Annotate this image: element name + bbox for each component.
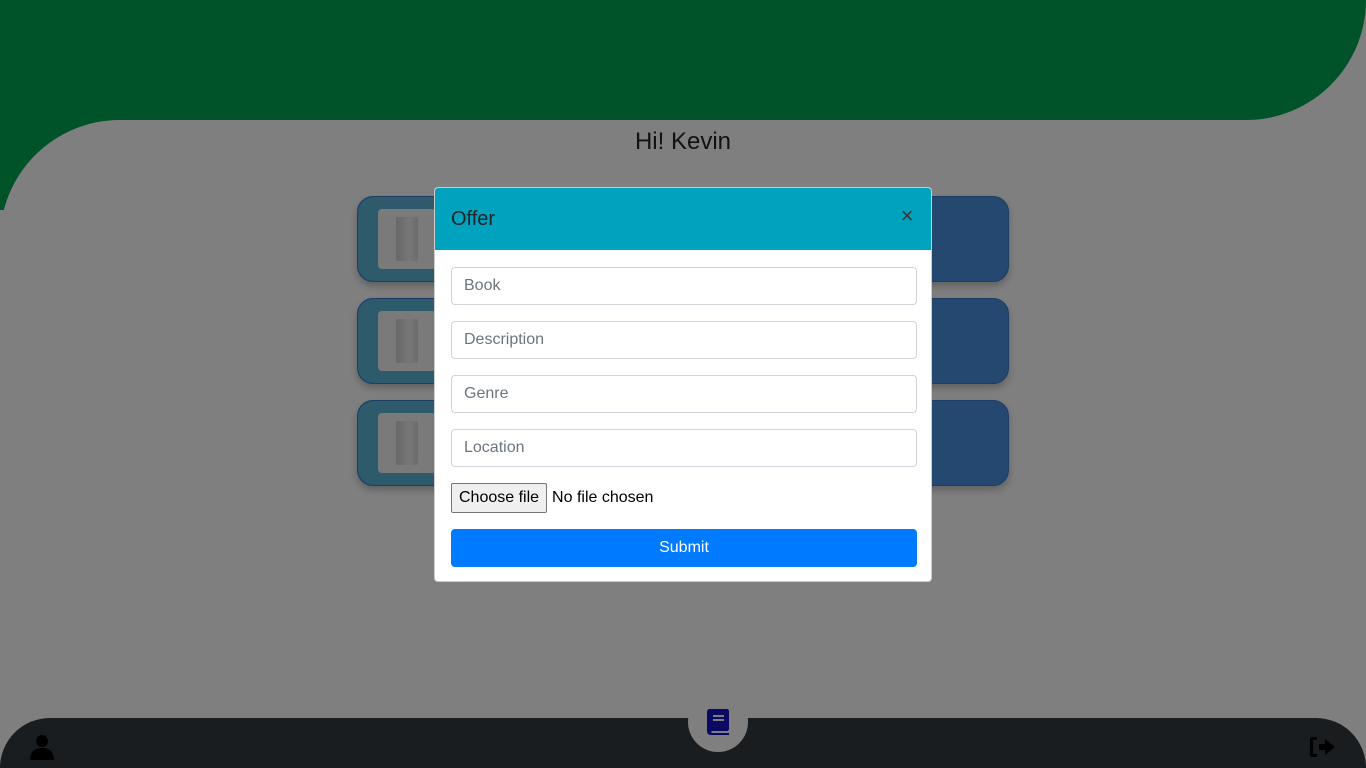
file-upload: Choose file No file chosen	[451, 483, 653, 513]
location-input[interactable]	[451, 429, 917, 467]
file-status-text: No file chosen	[552, 489, 654, 506]
book-input[interactable]	[451, 267, 917, 305]
offer-modal: Offer × Choose file No file chosen Submi…	[434, 187, 932, 582]
submit-button[interactable]: Submit	[451, 529, 917, 567]
close-button[interactable]: ×	[897, 204, 917, 228]
app-page: Hi! Kevin	[0, 0, 1366, 768]
modal-title: Offer	[451, 208, 496, 230]
choose-file-button[interactable]: Choose file	[451, 483, 548, 513]
genre-input[interactable]	[451, 375, 917, 413]
modal-header: Offer ×	[435, 188, 931, 250]
description-input[interactable]	[451, 321, 917, 359]
close-icon: ×	[900, 203, 914, 228]
